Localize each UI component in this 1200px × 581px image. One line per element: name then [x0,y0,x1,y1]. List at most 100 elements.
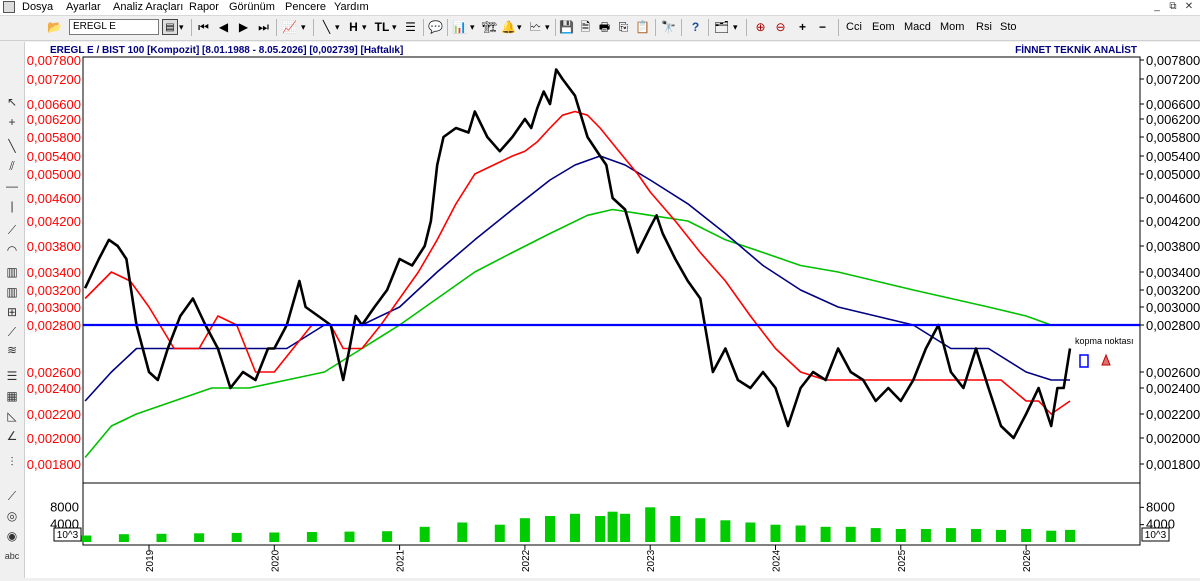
volume-bar [895,529,906,542]
volume-bar [971,529,981,542]
grid-icon[interactable]: ▦ [4,388,20,404]
arc-icon[interactable]: ◠ [4,242,20,258]
chart-type-icon[interactable]: 📈 [281,19,298,36]
alarm-dropdown-icon[interactable]: ▾ [517,19,522,36]
breakout-marker[interactable] [1079,354,1089,368]
angle-icon[interactable]: ∠ [4,428,20,444]
menu-bar: Dosya Ayarlar Analiz Araçları Rapor Görü… [0,0,1200,16]
indicator-cci-button[interactable]: Cci [846,19,862,36]
volume-bar [770,524,781,542]
find-icon[interactable]: 🔭 [660,19,677,36]
left-axis-label: 0,007200 [27,72,81,87]
first-icon[interactable]: ⏮ [195,19,212,36]
right-axis-label: 0,002800 [1146,318,1200,333]
time-axis-label: 2025 [897,549,908,572]
paste-icon[interactable]: 📋 [634,19,651,36]
indicator-dropdown-icon[interactable]: ▾ [470,19,475,36]
symbol-dropdown-icon[interactable]: ▾ [179,19,184,36]
template-dropdown-icon[interactable]: ▾ [733,19,738,36]
fibonacci-icon[interactable]: ▥ [4,264,20,280]
triangle-icon[interactable]: ◺ [4,408,20,424]
text-tool-icon[interactable]: TL [372,19,392,36]
left-axis-label: 0,004200 [27,214,81,229]
volume-bar [382,531,393,542]
restore-button[interactable]: ⧉ [1166,1,1180,12]
horizontal-line-tool-icon[interactable]: — [4,178,20,194]
right-axis-label: 0,005800 [1146,130,1200,145]
help-icon[interactable]: ? [687,19,704,36]
speed-lines-icon[interactable]: ⟋ [4,324,20,340]
trendline-tool-icon[interactable]: ╲ [4,138,20,154]
menu-yardim[interactable]: Yardım [334,1,369,13]
zoom-out-icon[interactable]: ⊖ [772,19,789,36]
scan-dropdown-icon[interactable]: ▾ [545,19,550,36]
cycle-lines-icon[interactable]: ⫶ [4,454,20,470]
template-icon[interactable]: 🗂 [713,19,730,36]
right-axis-label: 0,006600 [1146,97,1200,112]
text-annotation-icon[interactable]: abc [4,548,20,564]
print-icon[interactable]: 🖶 [596,19,613,36]
horizontal-line-dropdown-icon[interactable]: ▾ [362,19,367,36]
left-axis-label: 0,003800 [27,239,81,254]
trendline-icon[interactable]: ╲ [318,19,335,36]
menu-ayarlar[interactable]: Ayarlar [66,1,101,13]
menu-pencere[interactable]: Pencere [285,1,326,13]
ray-icon[interactable]: ⟋ [4,488,20,504]
right-price-axis: 0,007800 0,007200 0,0066000,006200 0,005800… [1140,53,1200,472]
volume-bar [595,516,606,542]
volume-bar [306,532,317,542]
time-axis-label: 2023 [646,549,657,572]
indicator-rsi-button[interactable]: Rsi [976,19,992,36]
system-icon[interactable]: 🏗 [481,19,498,36]
parallel-lines-icon[interactable]: ⫽ [4,158,20,174]
gann-icon[interactable]: ⊞ [4,304,20,320]
horizontal-line-icon[interactable]: H [345,19,362,36]
last-icon[interactable]: ⏭ [255,19,272,36]
indicator-sto-button[interactable]: Sto [1000,19,1017,36]
toolbar: 📂 EREGL E ▤ ▾ ⏮ ◀ ▶ ⏭ 📈 ▾ ╲ ▾ H ▾ TL ▾ ☰… [0,16,1200,41]
prev-icon[interactable]: ◀ [215,19,232,36]
fibonacci-time-icon[interactable]: ▥ [4,284,20,300]
text-tool-dropdown-icon[interactable]: ▾ [392,19,397,36]
target-icon[interactable]: ◉ [4,528,20,544]
chart-window: EREGL E / BIST 100 [Kompozit] [8.01.1988… [25,42,1200,578]
regression-icon[interactable]: ≋ [4,342,20,358]
price-panel[interactable] [82,56,1141,484]
indicator-mom-button[interactable]: Mom [940,19,964,36]
symbol-list-icon[interactable]: ▤ [162,19,178,35]
lines-icon[interactable]: ☰ [402,19,419,36]
left-axis-label: 0,002400 [27,381,81,396]
close-button[interactable]: ✕ [1182,1,1196,12]
fan-icon[interactable]: ⟋ [4,222,20,238]
open-folder-icon[interactable]: 📂 [46,19,63,36]
chart-type-dropdown-icon[interactable]: ▾ [301,19,306,36]
print-preview-icon[interactable]: 🗎 [577,19,594,36]
volume-bar [457,522,468,542]
save-icon[interactable]: 💾 [558,19,575,36]
indicator-icon[interactable]: 📊 [451,19,468,36]
menu-dosya[interactable]: Dosya [22,1,53,13]
indicator-eom-button[interactable]: Eom [872,19,895,36]
minimize-button[interactable]: _ [1150,1,1164,12]
next-icon[interactable]: ▶ [235,19,252,36]
menu-gorunum[interactable]: Görünüm [229,1,275,13]
scan-icon[interactable]: 🗠 [527,19,544,36]
menu-rapor[interactable]: Rapor [189,1,219,13]
symbol-input[interactable]: EREGL E [69,19,159,35]
crosshair-icon[interactable]: + [4,114,20,130]
indicator-macd-button[interactable]: Macd [904,19,931,36]
ellipse-icon[interactable]: ◎ [4,508,20,524]
expand-icon[interactable]: + [794,19,811,36]
channel-icon[interactable]: ☰ [4,368,20,384]
zoom-in-icon[interactable]: ⊕ [752,19,769,36]
vertical-line-tool-icon[interactable]: | [4,198,20,214]
menu-analiz-araclari[interactable]: Analiz Araçları [113,1,183,13]
alarm-icon[interactable]: 🔔 [500,19,517,36]
collapse-icon[interactable]: − [814,19,831,36]
comment-icon[interactable]: 💬 [427,19,444,36]
trendline-dropdown-icon[interactable]: ▾ [335,19,340,36]
copy-icon[interactable]: ⎘ [615,19,632,36]
cursor-icon[interactable]: ↖ [4,94,20,110]
left-axis-label: 0,002600 [27,365,81,380]
volume-bar [1021,529,1032,542]
